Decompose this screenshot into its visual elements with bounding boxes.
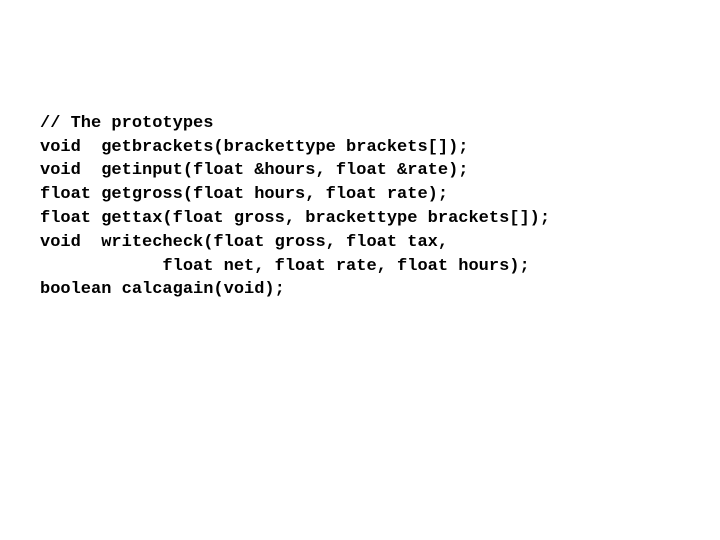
code-line: float net, float rate, float hours); [40, 257, 530, 276]
code-line: void writecheck(float gross, float tax, [40, 233, 448, 252]
code-line: float gettax(float gross, brackettype br… [40, 209, 550, 228]
code-line: boolean calcagain(void); [40, 280, 285, 299]
code-line: void getinput(float &hours, float &rate)… [40, 161, 468, 180]
code-line: // The prototypes [40, 114, 213, 133]
code-line: void getbrackets(brackettype brackets[])… [40, 138, 468, 157]
code-block: // The prototypes void getbrackets(brack… [0, 0, 720, 302]
code-line: float getgross(float hours, float rate); [40, 185, 448, 204]
